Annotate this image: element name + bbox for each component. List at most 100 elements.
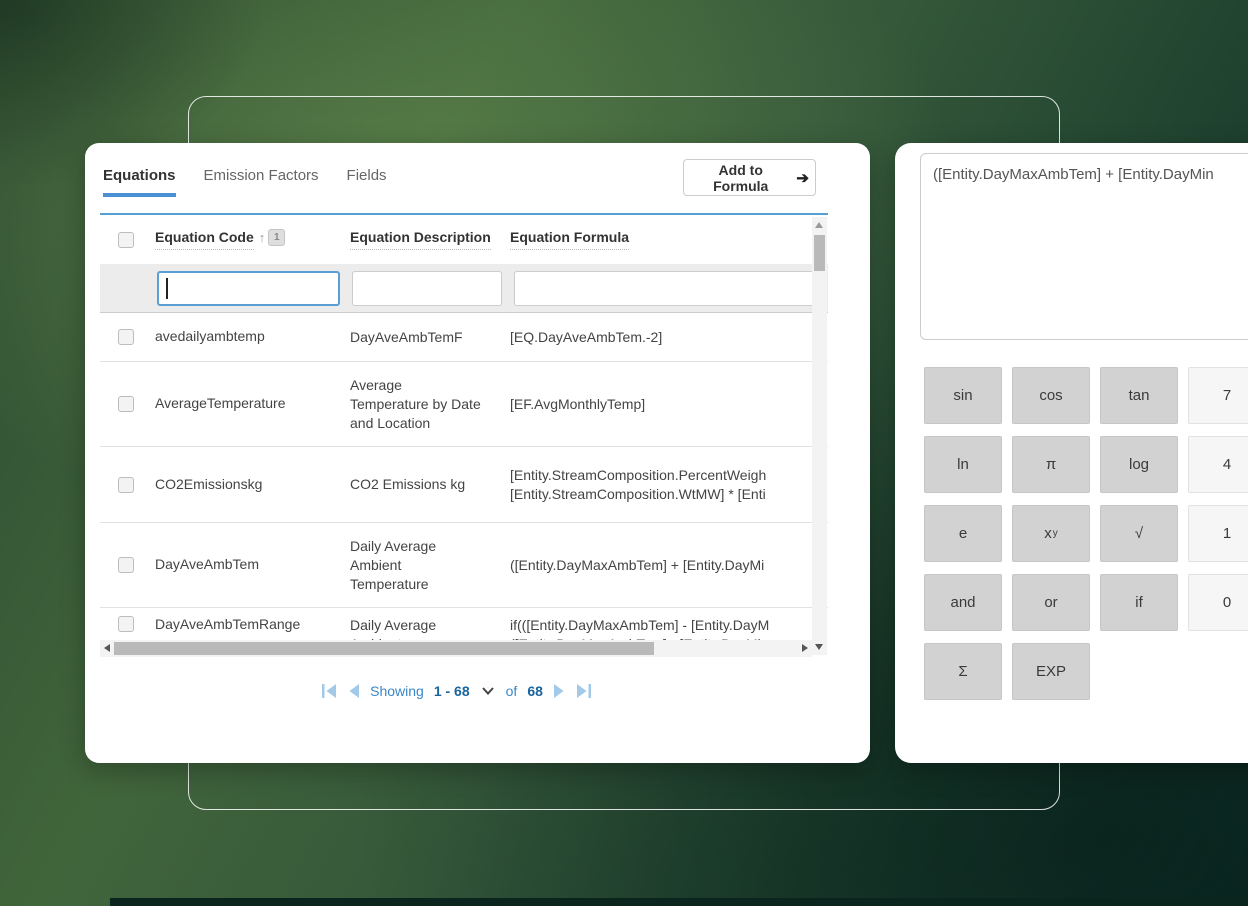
table-row[interactable]: DayAveAmbTem Daily Average Ambient Tempe… <box>100 523 828 608</box>
key-sin[interactable]: sin <box>924 367 1002 424</box>
scroll-up-icon[interactable] <box>815 222 823 228</box>
key-1[interactable]: 1 <box>1188 505 1248 562</box>
total-count: 68 <box>527 683 543 699</box>
header-equation-description-cell: Equation Description <box>350 229 510 250</box>
filter-code-wrap <box>157 271 340 306</box>
equation-formula: [EQ.DayAveAmbTem.-2] <box>510 328 828 347</box>
sort-order-badge: 1 <box>268 229 285 246</box>
key-0[interactable]: 0 <box>1188 574 1248 631</box>
row-checkbox[interactable] <box>118 477 134 493</box>
scroll-down-icon[interactable] <box>815 644 823 650</box>
tab-fields[interactable]: Fields <box>347 167 387 197</box>
chevron-down-icon[interactable] <box>482 687 494 695</box>
equation-description: Ambient <box>350 556 510 575</box>
add-to-formula-label: Add to Formula <box>690 162 791 194</box>
key-7[interactable]: 7 <box>1188 367 1248 424</box>
key-tan[interactable]: tan <box>1100 367 1178 424</box>
equation-code: DayAveAmbTem <box>155 556 259 572</box>
row-checkbox[interactable] <box>118 616 134 632</box>
arrow-right-icon: ➔ <box>796 169 809 187</box>
scroll-right-icon[interactable] <box>802 644 808 652</box>
of-label: of <box>506 683 518 699</box>
table-row[interactable]: avedailyambtemp DayAveAmbTemF [EQ.DayAve… <box>100 313 828 362</box>
sort-asc-icon[interactable]: ↑ <box>259 230 266 245</box>
key-e[interactable]: e <box>924 505 1002 562</box>
formula-builder-screen: Equations Emission Factors Fields Add to… <box>0 0 1248 906</box>
text-caret <box>166 278 168 299</box>
equation-code: CO2Emissionskg <box>155 476 262 492</box>
column-header-equation-description[interactable]: Equation Description <box>350 229 491 250</box>
horizontal-scrollbar[interactable] <box>100 640 812 657</box>
key-or[interactable]: or <box>1012 574 1090 631</box>
equations-table: Equation Code ↑1 Equation Description Equ… <box>100 213 828 660</box>
bottom-edge-strip <box>110 898 1248 906</box>
key-sigma[interactable]: Σ <box>924 643 1002 700</box>
row-checkbox[interactable] <box>118 557 134 573</box>
tab-equations[interactable]: Equations <box>103 167 176 197</box>
header-equation-code-cell: Equation Code ↑1 <box>155 229 350 250</box>
first-page-icon[interactable] <box>321 684 338 698</box>
vertical-scrollbar-thumb[interactable] <box>814 235 825 271</box>
key-log[interactable]: log <box>1100 436 1178 493</box>
row-checkbox[interactable] <box>118 396 134 412</box>
vertical-scrollbar[interactable] <box>812 217 827 655</box>
formula-text: ([Entity.DayMaxAmbTem] + [Entity.DayMin <box>933 166 1214 183</box>
key-ln[interactable]: ln <box>924 436 1002 493</box>
equation-code: DayAveAmbTemRange <box>155 616 300 632</box>
equation-library-panel: Equations Emission Factors Fields Add to… <box>85 143 870 763</box>
equation-code: avedailyambtemp <box>155 328 265 344</box>
page-range: 1 - 68 <box>434 683 470 699</box>
header-checkbox-cell <box>100 232 155 248</box>
key-4[interactable]: 4 <box>1188 436 1248 493</box>
formula-editor-panel: ([Entity.DayMaxAmbTem] + [Entity.DayMin … <box>895 143 1248 763</box>
row-checkbox[interactable] <box>118 329 134 345</box>
equation-description: Temperature <box>350 575 510 594</box>
filter-formula-wrap <box>514 271 814 306</box>
formula-input[interactable]: ([Entity.DayMaxAmbTem] + [Entity.DayMin <box>920 153 1248 340</box>
key-power[interactable]: xy <box>1012 505 1090 562</box>
filter-equation-description-input[interactable] <box>352 271 502 306</box>
key-and[interactable]: and <box>924 574 1002 631</box>
equation-formula: if(([Entity.DayMaxAmbTem] - [Entity.DayM <box>510 616 828 635</box>
scroll-left-icon[interactable] <box>104 644 110 652</box>
table-body: avedailyambtemp DayAveAmbTemF [EQ.DayAve… <box>100 313 828 641</box>
column-header-equation-code[interactable]: Equation Code <box>155 229 254 250</box>
key-sqrt[interactable]: √ <box>1100 505 1178 562</box>
keypad: sin cos tan 7 ln π log 4 e xy √ 1 and or… <box>924 367 1248 700</box>
last-page-icon[interactable] <box>575 684 592 698</box>
key-cos[interactable]: cos <box>1012 367 1090 424</box>
filter-equation-formula-input[interactable] <box>514 271 814 306</box>
next-page-icon[interactable] <box>553 684 565 698</box>
equation-description: and Location <box>350 414 510 433</box>
key-power-exponent: y <box>1053 528 1058 539</box>
key-exp[interactable]: EXP <box>1012 643 1090 700</box>
equation-description: Daily Average <box>350 537 510 556</box>
tab-emission-factors[interactable]: Emission Factors <box>204 167 319 197</box>
header-equation-formula-cell: Equation Formula <box>510 229 828 250</box>
table-row[interactable]: AverageTemperature Average Temperature b… <box>100 362 828 447</box>
equation-description: CO2 Emissions kg <box>350 475 510 494</box>
table-header-row: Equation Code ↑1 Equation Description Equ… <box>100 215 828 264</box>
previous-page-icon[interactable] <box>348 684 360 698</box>
filter-row <box>100 264 828 313</box>
column-header-equation-formula[interactable]: Equation Formula <box>510 229 629 250</box>
filter-description-wrap <box>352 271 502 306</box>
tab-bar: Equations Emission Factors Fields <box>103 167 387 197</box>
pagination: Showing 1 - 68 of 68 <box>85 683 828 699</box>
key-if[interactable]: if <box>1100 574 1178 631</box>
equation-formula: [EF.AvgMonthlyTemp] <box>510 395 828 414</box>
key-power-base: x <box>1044 525 1052 542</box>
horizontal-scrollbar-thumb[interactable] <box>114 642 654 655</box>
table-row[interactable]: DayAveAmbTemRange Daily Average Ambient … <box>100 608 828 641</box>
equation-description: Temperature by Date <box>350 395 510 414</box>
equation-formula: [Entity.StreamComposition.PercentWeigh <box>510 466 828 485</box>
equation-formula: [Entity.StreamComposition.WtMW] * [Enti <box>510 485 828 504</box>
add-to-formula-button[interactable]: Add to Formula ➔ <box>683 159 816 196</box>
equation-formula: ([Entity.DayMaxAmbTem] + [Entity.DayMi <box>510 556 828 575</box>
key-pi[interactable]: π <box>1012 436 1090 493</box>
select-all-checkbox[interactable] <box>118 232 134 248</box>
equation-description: Average <box>350 376 510 395</box>
table-row[interactable]: CO2Emissionskg CO2 Emissions kg [Entity.… <box>100 447 828 523</box>
showing-label: Showing <box>370 683 424 699</box>
filter-equation-code-input[interactable] <box>157 271 340 306</box>
